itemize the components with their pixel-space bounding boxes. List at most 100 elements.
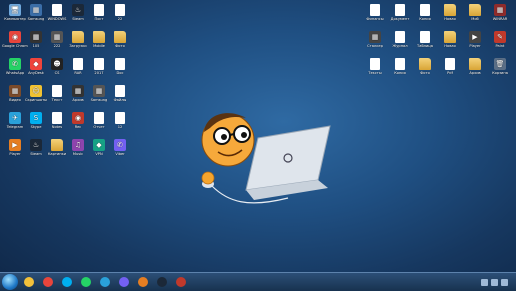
taskbar-player-button[interactable] bbox=[134, 275, 151, 289]
desktop-icon-label: Документ bbox=[390, 17, 410, 21]
taskbar-explorer-button[interactable] bbox=[20, 275, 37, 289]
network-icon[interactable] bbox=[481, 278, 488, 286]
app-icon: ✆ bbox=[9, 58, 21, 70]
document-icon bbox=[445, 58, 455, 70]
taskbar-steam-button[interactable] bbox=[153, 275, 170, 289]
app-icon: ◆ bbox=[93, 139, 105, 151]
system-tray bbox=[478, 273, 516, 291]
folder-icon bbox=[469, 4, 481, 16]
whatsapp-icon bbox=[80, 277, 91, 287]
desktop-icon[interactable]: Копия bbox=[412, 4, 438, 21]
folder-icon bbox=[419, 58, 431, 70]
document-icon bbox=[420, 4, 430, 16]
desktop-icon[interactable]: ▶ Player bbox=[462, 31, 488, 48]
app-icon: ▦ bbox=[93, 85, 105, 97]
desktop-icon[interactable]: Финансы bbox=[362, 4, 388, 21]
volume-icon[interactable] bbox=[491, 278, 498, 286]
taskbar-paint-button[interactable] bbox=[172, 275, 189, 289]
desktop-icon-label: Фото bbox=[420, 71, 430, 75]
taskbar-whatsapp-button[interactable] bbox=[77, 275, 94, 289]
desktop-icon-label: Копия bbox=[419, 17, 431, 21]
start-button[interactable] bbox=[2, 274, 18, 290]
desktop-icon[interactable]: ✎ Paint bbox=[487, 31, 513, 48]
folder-icon bbox=[114, 31, 126, 43]
paint-icon bbox=[175, 277, 186, 287]
desktop-icon-label: Viber bbox=[115, 152, 125, 156]
desktop-icon[interactable]: Новая bbox=[437, 4, 463, 21]
folder-icon bbox=[72, 31, 84, 43]
desktop-icon[interactable]: ▦ WINRAR bbox=[487, 4, 513, 21]
app-icon: ✈ bbox=[9, 112, 21, 124]
viber-icon bbox=[118, 277, 129, 287]
desktop-icon-label: Новая bbox=[444, 44, 456, 48]
desktop-icon[interactable]: Doc bbox=[107, 58, 133, 75]
desktop-icon-label: Тексты bbox=[368, 71, 382, 75]
desktop-icon-label: Таблица bbox=[417, 44, 433, 48]
desktop-icon[interactable]: 22 bbox=[107, 4, 133, 21]
desktop-icon[interactable]: 🗑 Корзина bbox=[487, 58, 513, 75]
app-icon: ▦ bbox=[9, 85, 21, 97]
desktop-icon-label: 22 bbox=[117, 17, 123, 21]
app-icon: ☻ bbox=[51, 58, 63, 70]
folder-icon bbox=[93, 31, 105, 43]
document-icon bbox=[94, 4, 104, 16]
folder-icon bbox=[51, 139, 63, 151]
app-icon: ♫ bbox=[72, 139, 84, 151]
app-icon: 🗑 bbox=[494, 58, 506, 70]
desktop-icon-label: Архив bbox=[469, 71, 481, 75]
desktop-icon[interactable]: Тексты bbox=[362, 58, 388, 75]
app-icon: ☺ bbox=[30, 85, 42, 97]
desktop-icon[interactable]: Новая bbox=[437, 31, 463, 48]
taskbar-chrome-button[interactable] bbox=[39, 275, 56, 289]
desktop-icon-label: Pdf bbox=[447, 71, 453, 75]
desktop-icon[interactable]: Фото bbox=[412, 58, 438, 75]
desktop-icon[interactable]: Фото bbox=[107, 31, 133, 48]
desktop-icon-label: Фото bbox=[115, 44, 125, 48]
document-icon bbox=[52, 4, 62, 16]
explorer-icon bbox=[23, 277, 34, 287]
document-icon bbox=[115, 85, 125, 97]
app-icon: ▶ bbox=[469, 31, 481, 43]
taskbar-viber-button[interactable] bbox=[115, 275, 132, 289]
desktop-icon-label: Файлы bbox=[113, 98, 127, 102]
desktop-icon[interactable]: Копия bbox=[387, 58, 413, 75]
desktop-icon[interactable]: Архив bbox=[462, 58, 488, 75]
desktop-icon[interactable]: Журнал bbox=[387, 31, 413, 48]
desktop-icon-label: Player bbox=[469, 44, 481, 48]
skype-icon bbox=[61, 277, 72, 287]
app-icon: S bbox=[30, 112, 42, 124]
document-icon bbox=[370, 4, 380, 16]
document-icon bbox=[395, 31, 405, 43]
desktop-icon[interactable]: Моб bbox=[462, 4, 488, 21]
language-icon[interactable] bbox=[501, 278, 508, 286]
desktop-icon[interactable]: ▦ Сталкер bbox=[362, 31, 388, 48]
taskbar-skype-button[interactable] bbox=[58, 275, 75, 289]
document-icon bbox=[115, 112, 125, 124]
chrome-icon bbox=[42, 277, 53, 287]
folder-icon bbox=[444, 31, 456, 43]
document-icon bbox=[73, 58, 83, 70]
desktop-icon[interactable]: Pdf bbox=[437, 58, 463, 75]
mascot-scene bbox=[188, 98, 338, 210]
desktop-icon[interactable]: Документ bbox=[387, 4, 413, 21]
folder-icon bbox=[469, 58, 481, 70]
desktop-icon-label: Копия bbox=[394, 71, 406, 75]
desktop-icon[interactable]: ✆ Viber bbox=[107, 139, 133, 156]
document-icon bbox=[115, 58, 125, 70]
app-icon: ◉ bbox=[9, 31, 21, 43]
taskbar-apps bbox=[18, 275, 189, 289]
desktop-icon-label: Журнал bbox=[392, 44, 408, 48]
desktop-icon[interactable]: 12 bbox=[107, 112, 133, 129]
taskbar bbox=[0, 272, 516, 291]
taskbar-telegram-button[interactable] bbox=[96, 275, 113, 289]
app-icon: ▦ bbox=[494, 4, 506, 16]
app-icon: ◉ bbox=[72, 112, 84, 124]
desktop-icon-label: Моб bbox=[471, 17, 479, 21]
desktop-icon-label: Финансы bbox=[366, 17, 384, 21]
document-icon bbox=[115, 4, 125, 16]
desktop-icon[interactable]: Таблица bbox=[412, 31, 438, 48]
desktop-icon[interactable]: Файлы bbox=[107, 85, 133, 102]
app-icon: ▦ bbox=[369, 31, 381, 43]
document-icon bbox=[94, 112, 104, 124]
steam-icon bbox=[156, 277, 167, 287]
